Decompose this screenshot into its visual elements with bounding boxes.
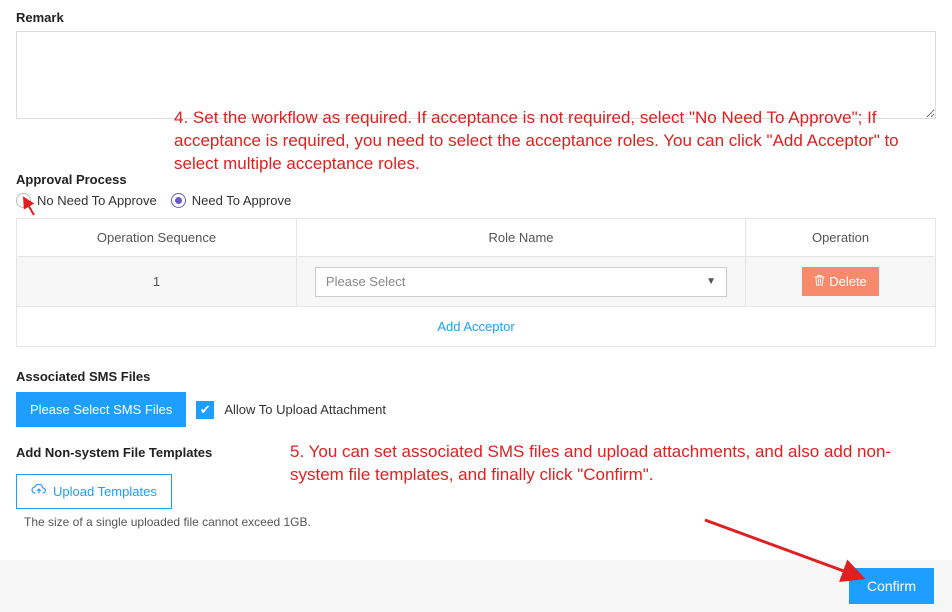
approval-process-label: Approval Process (16, 172, 936, 187)
chevron-down-icon: ▼ (706, 276, 716, 287)
cell-sequence: 1 (17, 257, 297, 307)
footer-bar: Confirm (0, 560, 952, 612)
confirm-button[interactable]: Confirm (849, 568, 934, 604)
radio-no-need-to-approve[interactable]: No Need To Approve (16, 193, 157, 208)
cloud-upload-icon (31, 484, 47, 499)
table-row: 1 Please Select ▼ Delete (17, 257, 936, 307)
delete-button[interactable]: Delete (802, 267, 879, 296)
radio-label: Need To Approve (192, 193, 292, 208)
allow-upload-label: Allow To Upload Attachment (224, 402, 386, 417)
associated-sms-files-label: Associated SMS Files (16, 369, 936, 384)
select-placeholder: Please Select (326, 274, 406, 289)
select-sms-files-button[interactable]: Please Select SMS Files (16, 392, 186, 427)
radio-need-to-approve[interactable]: Need To Approve (171, 193, 292, 208)
delete-label: Delete (829, 274, 867, 289)
remark-textarea[interactable] (16, 31, 936, 119)
allow-upload-checkbox[interactable]: ✔ (196, 401, 214, 419)
upload-templates-button[interactable]: Upload Templates (16, 474, 172, 509)
upload-templates-label: Upload Templates (53, 484, 157, 499)
add-nonsystem-templates-label: Add Non-system File Templates (16, 445, 936, 460)
radio-icon (16, 193, 31, 208)
remark-label: Remark (16, 10, 936, 25)
header-role-name: Role Name (297, 219, 746, 257)
header-operation: Operation (746, 219, 936, 257)
add-acceptor-link[interactable]: Add Acceptor (437, 319, 514, 334)
trash-icon (814, 274, 825, 289)
radio-icon (171, 193, 186, 208)
header-operation-sequence: Operation Sequence (17, 219, 297, 257)
radio-label: No Need To Approve (37, 193, 157, 208)
role-select[interactable]: Please Select ▼ (315, 267, 727, 297)
upload-size-note: The size of a single uploaded file canno… (24, 515, 936, 529)
approval-table: Operation Sequence Role Name Operation 1… (16, 218, 936, 347)
check-icon: ✔ (200, 402, 211, 418)
